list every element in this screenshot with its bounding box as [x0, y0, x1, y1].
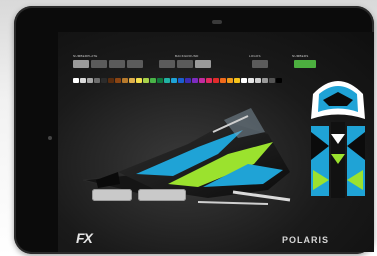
group-label-numberplate: NUMBERPLATE	[73, 54, 98, 58]
color-swatch[interactable]	[101, 78, 107, 83]
color-swatch[interactable]	[150, 78, 156, 83]
front-camera	[212, 20, 222, 24]
color-swatch[interactable]	[87, 78, 93, 83]
color-swatch[interactable]	[122, 78, 128, 83]
color-swatch[interactable]	[262, 78, 268, 83]
bottom-button-2[interactable]	[138, 189, 186, 201]
color-swatch[interactable]	[269, 78, 275, 83]
tablet-frame: NUMBERPLATE BACKGROUND LOGOS NUMBERS FX …	[14, 6, 374, 254]
color-swatch[interactable]	[94, 78, 100, 83]
numberplate-option-1[interactable]	[73, 60, 89, 68]
bottom-button-1[interactable]	[92, 189, 132, 201]
group-label-logos: LOGOS	[249, 54, 261, 58]
color-swatch[interactable]	[234, 78, 240, 83]
color-swatch[interactable]	[185, 78, 191, 83]
color-swatch[interactable]	[248, 78, 254, 83]
color-swatch[interactable]	[80, 78, 86, 83]
numberplate-option-3[interactable]	[109, 60, 125, 68]
wrap-layout-preview	[311, 81, 365, 198]
numbers-toggle[interactable]	[294, 60, 316, 68]
app-screen: NUMBERPLATE BACKGROUND LOGOS NUMBERS FX …	[58, 32, 374, 252]
background-option-3[interactable]	[195, 60, 211, 68]
background-option-1[interactable]	[159, 60, 175, 68]
color-swatch[interactable]	[115, 78, 121, 83]
color-swatch[interactable]	[206, 78, 212, 83]
numberplate-option-2[interactable]	[91, 60, 107, 68]
polaris-logo: POLARIS	[282, 235, 330, 245]
color-swatch-row	[73, 78, 283, 83]
color-swatch[interactable]	[129, 78, 135, 83]
color-swatch[interactable]	[199, 78, 205, 83]
color-swatch[interactable]	[136, 78, 142, 83]
color-swatch[interactable]	[255, 78, 261, 83]
logos-toggle[interactable]	[252, 60, 268, 68]
fx-logo: FX	[76, 230, 93, 246]
group-label-numbers: NUMBERS	[292, 54, 309, 58]
color-swatch[interactable]	[108, 78, 114, 83]
color-swatch[interactable]	[220, 78, 226, 83]
color-swatch[interactable]	[227, 78, 233, 83]
numberplate-option-4[interactable]	[127, 60, 143, 68]
snowmobile-preview	[82, 108, 291, 205]
color-swatch[interactable]	[143, 78, 149, 83]
background-option-2[interactable]	[177, 60, 193, 68]
color-swatch[interactable]	[171, 78, 177, 83]
color-swatch[interactable]	[164, 78, 170, 83]
color-swatch[interactable]	[157, 78, 163, 83]
color-swatch[interactable]	[178, 78, 184, 83]
home-sensor-dot	[48, 136, 52, 140]
color-swatch[interactable]	[276, 78, 282, 83]
color-swatch[interactable]	[73, 78, 79, 83]
color-swatch[interactable]	[192, 78, 198, 83]
color-swatch[interactable]	[213, 78, 219, 83]
group-label-background: BACKGROUND	[175, 54, 199, 58]
color-swatch[interactable]	[241, 78, 247, 83]
